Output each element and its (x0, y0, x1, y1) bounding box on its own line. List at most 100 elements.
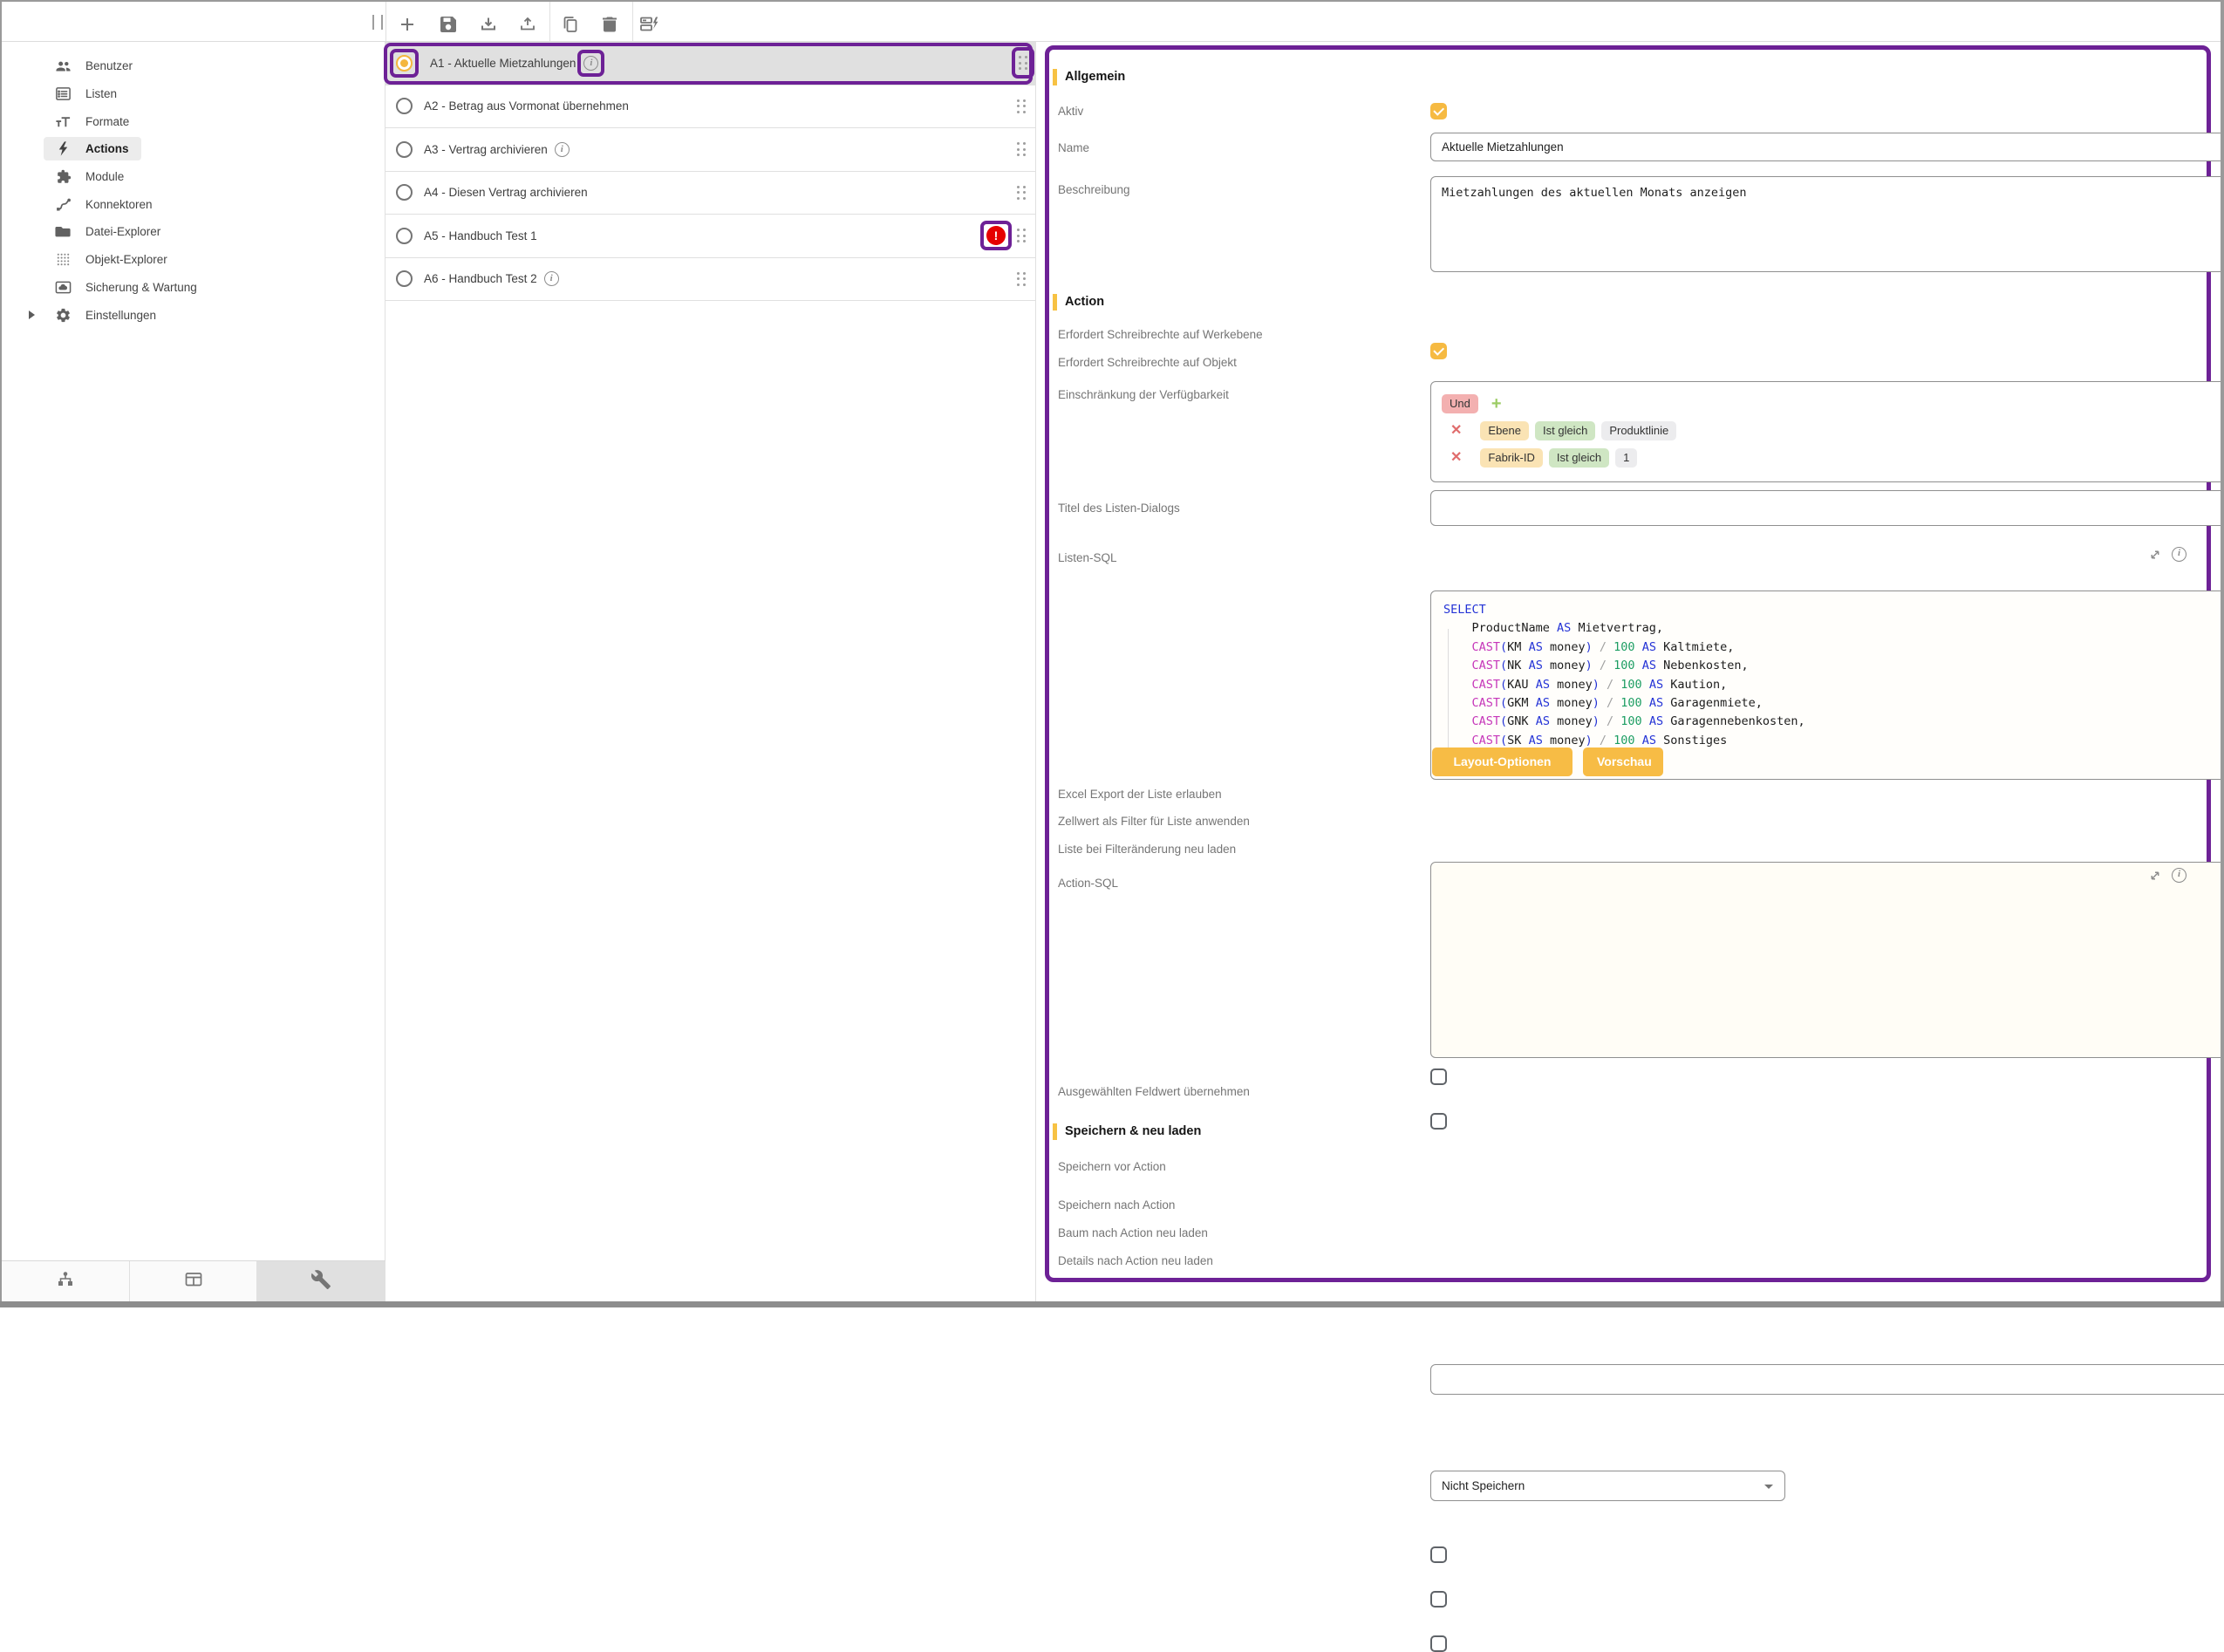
convert-action-icon[interactable] (638, 14, 659, 35)
splitter-handle-icon[interactable] (372, 15, 383, 30)
sidebar-item-formate[interactable]: Formate (2, 107, 385, 135)
sidebar-item-objekt-explorer[interactable]: Objekt-Explorer (2, 246, 385, 274)
radio[interactable] (396, 141, 413, 158)
details-neu-laden-checkbox[interactable] (1430, 1635, 1447, 1652)
condition-field-chip[interactable]: Fabrik-ID (1480, 448, 1542, 468)
window-border-left (0, 0, 2, 1307)
drag-handle-icon[interactable] (1017, 229, 1026, 242)
sidebar-nav: Benutzer Listen Formate Actions Module K… (2, 52, 385, 329)
list-item-a5[interactable]: A5 - Handbuch Test 1 ! (385, 215, 1035, 258)
radio[interactable] (396, 270, 413, 287)
speichern-nach-action-checkbox[interactable] (1430, 1546, 1447, 1563)
drag-handle-icon[interactable] (1017, 186, 1026, 200)
titel-listen-dialog-input[interactable] (1430, 490, 2224, 526)
drag-handle-icon[interactable] (1017, 142, 1026, 156)
window-border-right (2221, 0, 2224, 1307)
list-item-a1[interactable]: A1 - Aktuelle Mietzahlungen i (385, 42, 1035, 85)
tab-wrench[interactable] (257, 1261, 385, 1302)
sidebar-item-konnektoren[interactable]: Konnektoren (2, 190, 385, 218)
radio[interactable] (396, 98, 413, 114)
sidebar-item-module[interactable]: Module (2, 163, 385, 191)
section-header-speichern: Speichern & neu laden (1053, 1123, 1201, 1140)
field-label: Aktiv (1058, 105, 1083, 118)
expand-icon[interactable] (2147, 547, 2163, 563)
divider (385, 2, 386, 41)
remove-condition-icon[interactable]: ✕ (1450, 448, 1462, 468)
tab-table[interactable] (130, 1261, 258, 1302)
bolt-icon (55, 140, 72, 157)
condition-value-chip[interactable]: 1 (1615, 448, 1637, 468)
action-list-panel: A1 - Aktuelle Mietzahlungen i A2 - Betra… (385, 42, 1036, 1301)
vorschau-button[interactable]: Vorschau (1583, 747, 1663, 776)
sidebar: Benutzer Listen Formate Actions Module K… (2, 42, 385, 1301)
sidebar-item-sicherung-wartung[interactable]: Sicherung & Wartung (2, 274, 385, 302)
save-icon[interactable] (438, 14, 459, 35)
list-item-a4[interactable]: A4 - Diesen Vertrag archivieren (385, 172, 1035, 215)
condition-op-chip[interactable]: Ist gleich (1535, 421, 1595, 440)
duplicate-icon[interactable] (560, 14, 581, 35)
info-icon[interactable]: i (2172, 547, 2186, 562)
add-condition-icon[interactable]: + (1491, 394, 1502, 413)
condition-value-chip[interactable]: Produktlinie (1601, 421, 1676, 440)
field-label: Liste bei Filteränderung neu laden (1058, 843, 1236, 856)
aktiv-checkbox[interactable] (1430, 103, 1447, 119)
delete-trash-icon[interactable] (599, 14, 620, 35)
field-label: Listen-SQL (1058, 551, 1117, 564)
sidebar-item-benutzer[interactable]: Benutzer (2, 52, 385, 80)
operator-chip[interactable]: Und (1442, 394, 1478, 413)
window-border-top (0, 0, 2224, 2)
layout-optionen-button[interactable]: Layout-Optionen [7] (1432, 747, 1572, 776)
sidebar-item-label: Konnektoren (85, 198, 153, 211)
expand-icon[interactable] (2147, 868, 2163, 884)
drag-handle-icon[interactable] (1017, 99, 1026, 113)
condition-field-chip[interactable]: Ebene (1480, 421, 1529, 440)
baum-neu-laden-checkbox[interactable] (1430, 1591, 1447, 1608)
speichern-vor-action-select[interactable]: Nicht Speichern (1430, 1471, 1785, 1501)
name-input[interactable] (1430, 133, 2224, 161)
condition-op-chip[interactable]: Ist gleich (1549, 448, 1609, 468)
liste-neu-laden-checkbox[interactable] (1430, 1113, 1447, 1130)
field-label: Titel des Listen-Dialogs (1058, 502, 1180, 515)
add-button[interactable] (397, 14, 418, 35)
schreibrechte-werkebene-checkbox[interactable] (1430, 343, 1447, 359)
zellwert-filter-checkbox[interactable] (1430, 1068, 1447, 1085)
sidebar-item-label: Sicherung & Wartung (85, 281, 197, 294)
field-label: Speichern vor Action (1058, 1160, 1166, 1173)
info-icon[interactable]: i (544, 271, 559, 286)
radio-selected[interactable] (396, 55, 413, 72)
list-item-a3[interactable]: A3 - Vertrag archivieren i (385, 128, 1035, 172)
annotation-box-error: ! (980, 221, 1012, 250)
sidebar-item-datei-explorer[interactable]: Datei-Explorer (2, 218, 385, 246)
remove-condition-icon[interactable]: ✕ (1450, 421, 1462, 440)
sidebar-item-actions[interactable]: Actions (2, 135, 385, 163)
expand-caret-icon[interactable] (29, 311, 35, 319)
list-item-label: A5 - Handbuch Test 1 (424, 229, 537, 242)
drag-handle-icon[interactable] (1017, 272, 1026, 286)
detail-panel: Allgemein Aktiv Name Beschreibung Mietza… (1045, 45, 2211, 1282)
beschreibung-textarea[interactable]: Mietzahlungen des aktuellen Monats anzei… (1430, 176, 2224, 272)
radio[interactable] (396, 184, 413, 201)
tab-tree[interactable] (2, 1261, 130, 1302)
drag-handle-icon[interactable] (1019, 56, 1027, 70)
import-download-icon[interactable] (478, 14, 499, 35)
availability-condition-box: Und + ✕ Ebene Ist gleich Produktlinie ✕ … (1430, 381, 2224, 482)
list-item-a6[interactable]: A6 - Handbuch Test 2 i (385, 258, 1035, 302)
action-sql-editor[interactable] (1430, 862, 2224, 1058)
dot-grid-icon (55, 251, 72, 268)
puzzle-icon (55, 168, 72, 185)
wrench-icon (310, 1269, 331, 1294)
list-item-label: A3 - Vertrag archivieren (424, 143, 548, 156)
info-icon[interactable]: i (555, 142, 570, 157)
sidebar-item-label: Module (85, 170, 124, 183)
annotation-box-drag (1012, 47, 1034, 79)
radio[interactable] (396, 228, 413, 244)
error-badge-icon[interactable]: ! (986, 226, 1006, 245)
sidebar-item-listen[interactable]: Listen (2, 80, 385, 108)
feldwert-select[interactable] (1430, 1364, 2224, 1395)
info-icon[interactable]: i (2172, 868, 2186, 883)
info-icon[interactable]: i (583, 56, 598, 71)
sidebar-item-einstellungen[interactable]: Einstellungen (2, 301, 385, 329)
export-upload-icon[interactable] (517, 14, 538, 35)
list-item-a2[interactable]: A2 - Betrag aus Vormonat übernehmen (385, 85, 1035, 129)
sidebar-item-label: Listen (85, 87, 117, 100)
